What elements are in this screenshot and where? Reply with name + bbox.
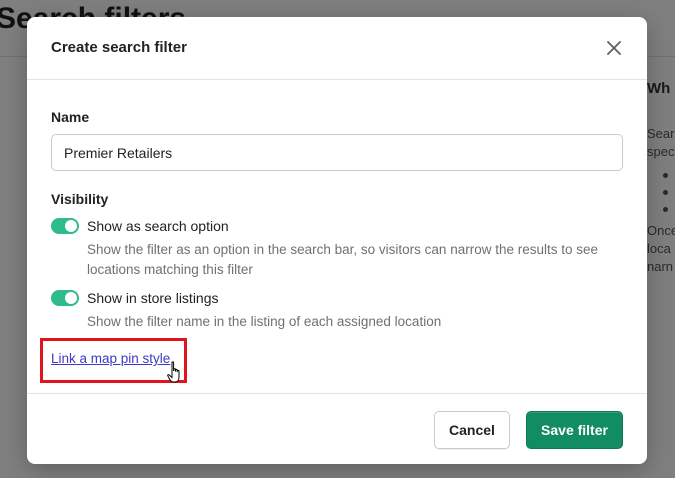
show-as-search-option-help: Show the filter as an option in the sear… [87, 242, 599, 277]
show-in-store-listings-toggle[interactable] [51, 290, 79, 306]
cancel-button[interactable]: Cancel [434, 411, 510, 449]
close-icon [607, 41, 621, 55]
modal-header: Create search filter [27, 17, 647, 80]
show-in-store-listings-label: Show in store listings [87, 290, 219, 306]
close-button[interactable] [603, 37, 625, 59]
modal-body: Name Visibility Show as search option Sh… [27, 80, 647, 393]
hand-pointer-icon [167, 361, 180, 383]
visibility-label: Visibility [51, 191, 109, 207]
name-input[interactable] [51, 134, 623, 171]
create-search-filter-dialog: Create search filter Name Visibility Sho… [27, 17, 647, 464]
name-label: Name [51, 109, 90, 125]
show-as-search-option-toggle[interactable] [51, 218, 79, 234]
show-in-store-listings-help: Show the filter name in the listing of e… [87, 314, 442, 329]
modal-footer: Cancel Save filter [27, 393, 647, 464]
save-filter-button[interactable]: Save filter [526, 411, 623, 449]
show-as-search-option-label: Show as search option [87, 218, 229, 234]
highlight-box [40, 338, 187, 383]
modal-title: Create search filter [51, 39, 187, 56]
